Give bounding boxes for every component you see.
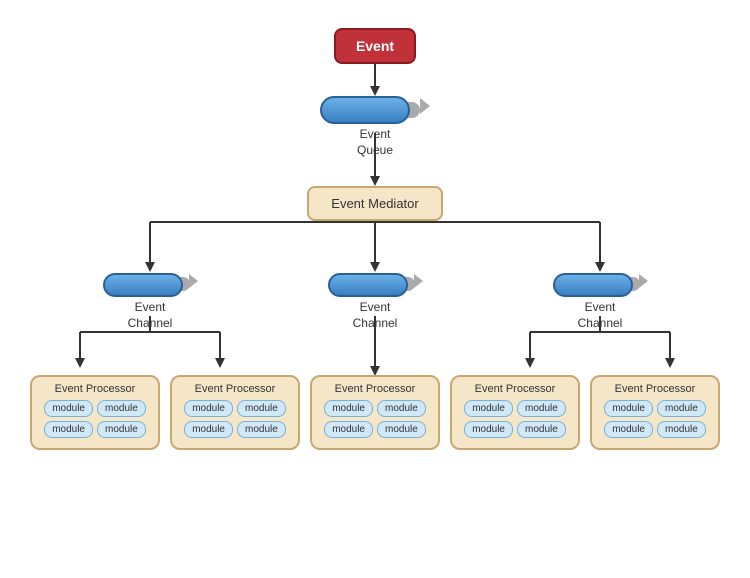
module-row-1-1: module module — [40, 400, 150, 417]
channel-label-middle: EventChannel — [353, 300, 398, 331]
module-row-1-2: module module — [40, 421, 150, 438]
event-queue-box — [320, 96, 430, 124]
module-4-1-a: module — [464, 400, 513, 417]
channel-label-left: EventChannel — [128, 300, 173, 331]
channel-label-right: EventChannel — [578, 300, 623, 331]
processor-2: Event Processor module module module mod… — [170, 375, 300, 450]
module-4-2-b: module — [517, 421, 566, 438]
module-5-2-b: module — [657, 421, 706, 438]
module-row-3-2: module module — [320, 421, 430, 438]
module-2-2-b: module — [237, 421, 286, 438]
channel-box-middle — [328, 273, 423, 297]
event-node: Event — [334, 14, 416, 64]
module-row-2-2: module module — [180, 421, 290, 438]
module-3-2-a: module — [324, 421, 373, 438]
module-3-1-b: module — [377, 400, 426, 417]
channel-box-right — [553, 273, 648, 297]
module-2-2-a: module — [184, 421, 233, 438]
queue-pill — [320, 96, 410, 124]
channel-col-middle: EventChannel — [300, 273, 450, 331]
module-1-1-a: module — [44, 400, 93, 417]
module-3-2-b: module — [377, 421, 426, 438]
processor-3: Event Processor module module module mod… — [310, 375, 440, 450]
channel-arrow-head-middle — [414, 274, 423, 288]
module-row-4-1: module module — [460, 400, 570, 417]
module-5-1-b: module — [657, 400, 706, 417]
module-1-2-b: module — [97, 421, 146, 438]
channel-pill-left — [103, 273, 183, 297]
module-2-1-b: module — [237, 400, 286, 417]
module-5-1-a: module — [604, 400, 653, 417]
module-5-2-a: module — [604, 421, 653, 438]
module-4-2-a: module — [464, 421, 513, 438]
channel-box-left — [103, 273, 198, 297]
channel-col-right: EventChannel — [450, 273, 750, 331]
channel-arrow-head-left — [189, 274, 198, 288]
module-row-5-2: module module — [600, 421, 710, 438]
event-queue-wrap: EventQueue — [320, 96, 430, 158]
module-row-5-1: module module — [600, 400, 710, 417]
channel-arrow-head-right — [639, 274, 648, 288]
channel-col-left: EventChannel — [0, 273, 300, 331]
module-4-1-b: module — [517, 400, 566, 417]
module-3-1-a: module — [324, 400, 373, 417]
processor-4: Event Processor module module module mod… — [450, 375, 580, 450]
processor-5: Event Processor module module module mod… — [590, 375, 720, 450]
event-mediator: Event Mediator — [307, 186, 442, 221]
channel-pill-right — [553, 273, 633, 297]
module-row-3-1: module module — [320, 400, 430, 417]
module-row-4-2: module module — [460, 421, 570, 438]
module-2-1-a: module — [184, 400, 233, 417]
channel-pill-middle — [328, 273, 408, 297]
queue-arrow-head — [420, 98, 430, 114]
module-row-2-1: module module — [180, 400, 290, 417]
module-1-1-b: module — [97, 400, 146, 417]
processor-1: Event Processor module module module mod… — [30, 375, 160, 450]
queue-label: EventQueue — [357, 127, 393, 158]
diagram: Event EventQueue Event Mediator EventCha… — [0, 0, 750, 578]
module-1-2-a: module — [44, 421, 93, 438]
